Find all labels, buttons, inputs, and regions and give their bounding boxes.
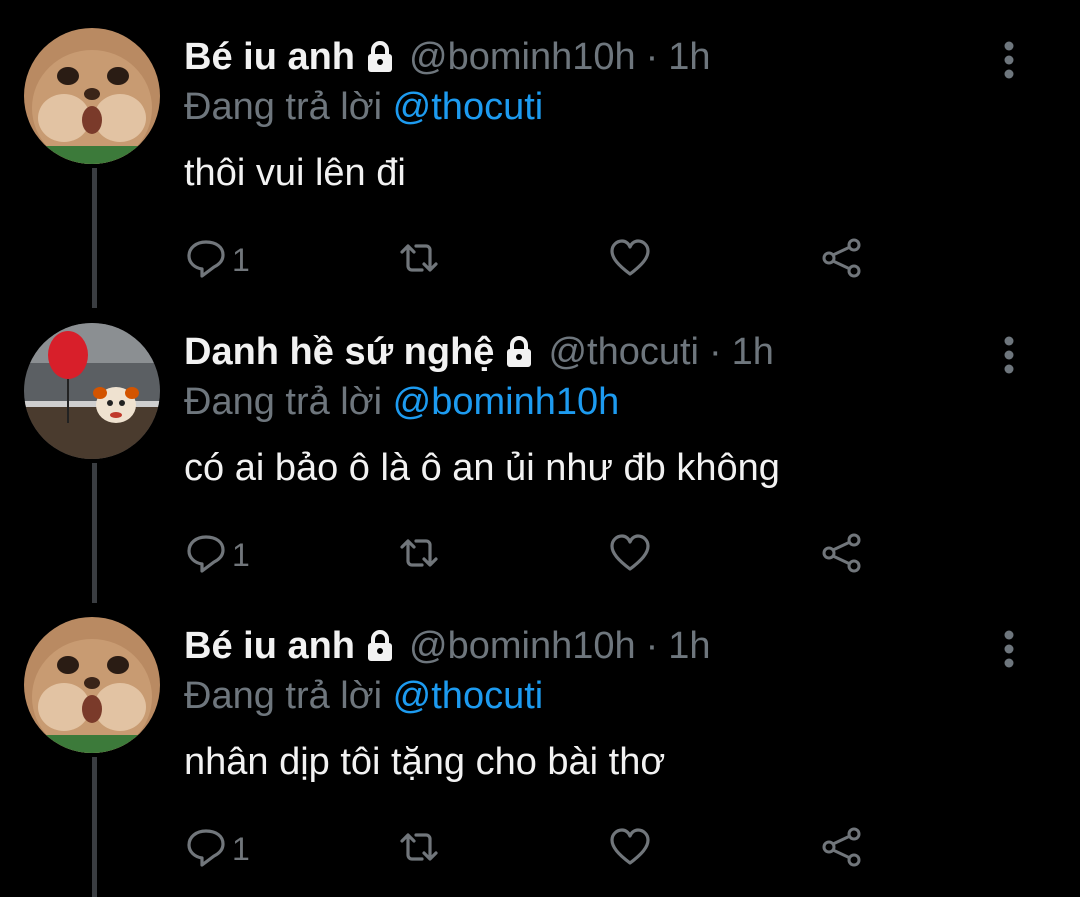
more-vertical-icon[interactable] (996, 629, 1022, 669)
share-button[interactable] (820, 821, 864, 877)
like-button[interactable] (608, 821, 652, 877)
replying-prefix: Đang trả lời (184, 86, 383, 128)
replying-to: Đang trả lời @thocuti (184, 86, 543, 129)
retweet-button[interactable] (394, 527, 444, 583)
heart-icon (608, 531, 652, 580)
replying-prefix: Đang trả lời (184, 675, 383, 717)
share-button[interactable] (820, 232, 864, 288)
thread-connector-line (92, 577, 97, 597)
timestamp[interactable]: 1h (668, 625, 710, 668)
tweet-text: có ai bảo ô là ô an ủi như đb không (184, 447, 780, 489)
display-name[interactable]: Danh hề sứ nghệ (184, 331, 494, 374)
reply-icon (184, 531, 228, 580)
reply-icon (184, 825, 228, 874)
timestamp[interactable]: 1h (732, 331, 774, 374)
action-bar: 1 (184, 232, 884, 288)
share-icon (820, 825, 864, 874)
avatar[interactable] (24, 323, 160, 459)
tweet-text: thôi vui lên đi (184, 152, 406, 194)
retweet-icon (394, 236, 444, 285)
like-button[interactable] (608, 527, 652, 583)
thread-connector-line (92, 757, 97, 897)
lock-icon (363, 40, 397, 74)
action-bar: 1 (184, 821, 884, 877)
mention-link[interactable]: @thocuti (393, 86, 544, 128)
lock-icon (363, 629, 397, 663)
conversation-thread: Bé iu anh @bominh10h · 1h Đang trả lời @… (0, 0, 1080, 897)
replying-prefix: Đang trả lời (184, 381, 383, 423)
tweet-header: Bé iu anh @bominh10h · 1h (184, 30, 711, 84)
retweet-icon (394, 531, 444, 580)
retweet-button[interactable] (394, 232, 444, 288)
tweet[interactable]: Bé iu anh @bominh10h · 1h Đang trả lời @… (0, 0, 1080, 308)
reply-count: 1 (232, 241, 250, 278)
retweet-icon (394, 825, 444, 874)
like-button[interactable] (608, 232, 652, 288)
heart-icon (608, 236, 652, 285)
mention-link[interactable]: @bominh10h (393, 381, 620, 423)
tweet-header: Bé iu anh @bominh10h · 1h (184, 619, 711, 673)
thread-connector-line (92, 283, 97, 303)
user-handle[interactable]: @bominh10h (409, 625, 636, 668)
share-icon (820, 531, 864, 580)
replying-to: Đang trả lời @bominh10h (184, 381, 619, 424)
tweet[interactable]: Danh hề sứ nghệ @thocuti · 1h Đang trả l… (0, 283, 1080, 603)
tweet-header: Danh hề sứ nghệ @thocuti · 1h (184, 325, 774, 379)
replying-to: Đang trả lời @thocuti (184, 675, 543, 718)
reply-icon (184, 236, 228, 285)
user-handle[interactable]: @thocuti (548, 331, 699, 374)
separator-dot: · (645, 35, 659, 78)
reply-count: 1 (232, 830, 250, 867)
separator-dot: · (709, 330, 722, 373)
retweet-button[interactable] (394, 821, 444, 877)
share-button[interactable] (820, 527, 864, 583)
timestamp[interactable]: 1h (668, 36, 710, 79)
separator-dot: · (645, 624, 659, 667)
heart-icon (608, 825, 652, 874)
share-icon (820, 236, 864, 285)
more-vertical-icon[interactable] (996, 40, 1022, 80)
action-bar: 1 (184, 527, 884, 583)
lock-icon (502, 335, 536, 369)
display-name[interactable]: Bé iu anh (184, 36, 355, 79)
reply-button[interactable]: 1 (184, 232, 250, 288)
user-handle[interactable]: @bominh10h (409, 36, 636, 79)
tweet[interactable]: Bé iu anh @bominh10h · 1h Đang trả lời @… (0, 577, 1080, 897)
avatar[interactable] (24, 28, 160, 164)
avatar[interactable] (24, 617, 160, 753)
reply-button[interactable]: 1 (184, 821, 250, 877)
reply-button[interactable]: 1 (184, 527, 250, 583)
tweet-text: nhân dịp tôi tặng cho bài thơ (184, 741, 666, 783)
mention-link[interactable]: @thocuti (393, 675, 544, 717)
reply-count: 1 (232, 536, 250, 573)
more-vertical-icon[interactable] (996, 335, 1022, 375)
display-name[interactable]: Bé iu anh (184, 625, 355, 668)
